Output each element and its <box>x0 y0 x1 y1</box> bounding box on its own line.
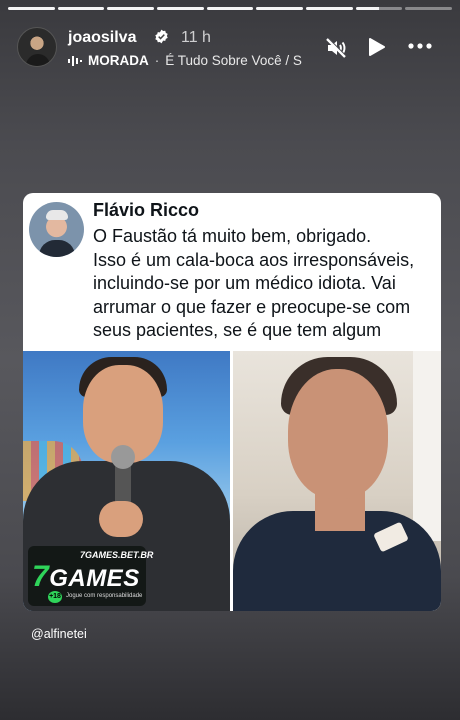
verified-badge-icon <box>155 29 168 44</box>
tweet-text: O Faustão tá muito bem, obrigado. Isso é… <box>93 225 438 343</box>
tweet-author-avatar <box>29 202 84 257</box>
tweet-card[interactable]: Flávio Ricco O Faustão tá muito bem, obr… <box>23 193 441 611</box>
post-time: 11 h <box>181 29 211 46</box>
progress-segment <box>405 7 453 10</box>
tweet-line: arrumar o que fazer e preocupe-se com <box>93 296 411 317</box>
progress-segment <box>157 7 204 10</box>
tweet-line: Isso é um cala-boca aos irresponsáveis, <box>93 249 415 270</box>
music-separator: · <box>154 53 160 68</box>
music-artist: MORADA <box>88 53 149 68</box>
progress-segment <box>57 7 105 10</box>
more-icon[interactable] <box>407 36 433 56</box>
mute-icon[interactable] <box>324 36 348 60</box>
progress-segment <box>306 7 353 10</box>
user-avatar[interactable] <box>17 27 57 67</box>
username[interactable]: joaosilva <box>68 29 136 47</box>
tweet-line: O Faustão tá muito bem, obrigado. <box>93 226 372 246</box>
age-rating-badge: +18 <box>48 591 62 603</box>
tweet-photos: 7GAMES.BET.BR 7GAMES +18 Jogue com respo… <box>23 351 441 611</box>
progress-segment <box>256 7 304 10</box>
story-header: joaosilva 11 h MORADA · É Tudo Sobre Voc… <box>17 26 448 70</box>
progress-segment <box>206 7 254 10</box>
play-icon[interactable] <box>365 36 387 58</box>
sponsor-badge: 7GAMES.BET.BR 7GAMES +18 Jogue com respo… <box>28 546 153 606</box>
tweet-line: seus pacientes, se é que tem algum <box>93 320 382 340</box>
tweet-line: incluindo-se por um médico idiota. Vai <box>93 273 396 293</box>
mention-sticker[interactable]: @alfinetei <box>31 627 87 641</box>
sponsor-site: 7GAMES.BET.BR <box>80 550 154 560</box>
tweet-author-name: Flávio Ricco <box>93 200 200 220</box>
photo-presenter: 7GAMES.BET.BR 7GAMES +18 Jogue com respo… <box>23 351 230 611</box>
music-info[interactable]: MORADA · É Tudo Sobre Você / S <box>68 53 328 68</box>
sponsor-note: Jogue com responsabilidade <box>66 593 143 599</box>
progress-segment-current <box>355 7 403 10</box>
sponsor-logo: 7GAMES <box>32 560 140 593</box>
story-progress-bar <box>8 7 453 10</box>
progress-segment <box>107 7 155 10</box>
music-song: É Tudo Sobre Você / S <box>165 53 302 68</box>
progress-segment <box>8 7 55 10</box>
sound-wave-icon <box>68 55 82 66</box>
photo-recent <box>233 351 441 611</box>
